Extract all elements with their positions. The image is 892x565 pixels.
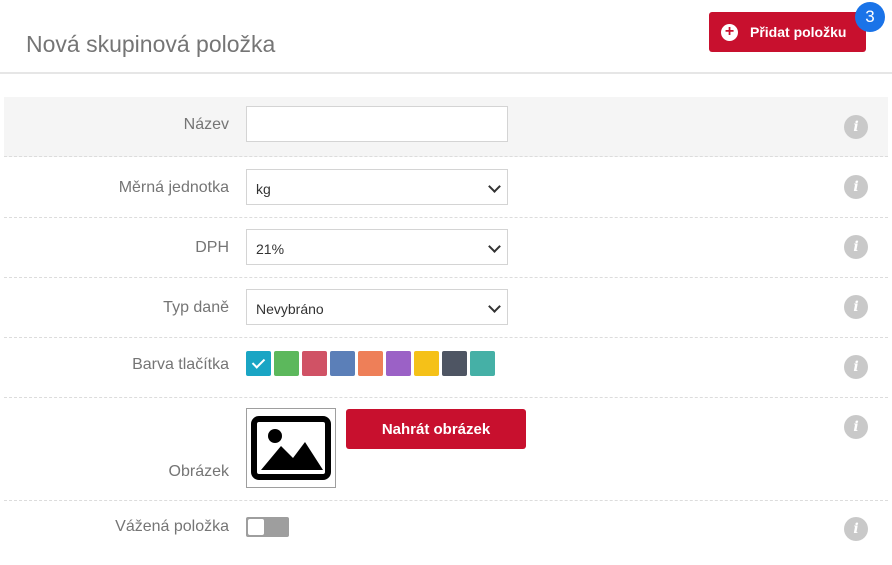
form-row-tax-type: Typ daně Nevybráno i <box>4 278 888 338</box>
add-item-button[interactable]: + Přidat položku <box>709 12 866 52</box>
chevron-down-icon <box>488 240 501 253</box>
form-row-name: Název i <box>4 97 888 157</box>
check-icon <box>251 355 266 369</box>
vat-select[interactable]: 21% <box>246 229 508 265</box>
image-preview <box>246 408 336 488</box>
vat-select-value: 21% <box>256 240 285 257</box>
image-icon <box>251 416 331 480</box>
color-swatch[interactable] <box>414 351 439 376</box>
page-title: Nová skupinová položka <box>26 31 276 57</box>
color-swatch[interactable] <box>442 351 467 376</box>
tax-type-select-value: Nevybráno <box>256 300 324 317</box>
image-label: Obrázek <box>168 463 229 480</box>
color-swatch[interactable] <box>470 351 495 376</box>
form-row-weighted: Vážená položka i <box>4 501 888 561</box>
toggle-knob <box>248 519 264 535</box>
color-swatch[interactable] <box>330 351 355 376</box>
name-label: Název <box>183 116 229 133</box>
weighted-toggle[interactable] <box>246 517 289 537</box>
form-row-image: Obrázek Nahrát obrázek i <box>4 398 888 501</box>
form-row-button-color: Barva tlačítka i <box>4 338 888 398</box>
info-icon[interactable]: i <box>844 235 868 259</box>
color-swatch-group <box>246 351 495 376</box>
unit-select-value: kg <box>256 180 271 197</box>
vat-label: DPH <box>195 239 229 256</box>
color-swatch[interactable] <box>274 351 299 376</box>
page-header: Nová skupinová položka + Přidat položku … <box>0 0 892 74</box>
color-swatch[interactable] <box>386 351 411 376</box>
info-icon[interactable]: i <box>844 175 868 199</box>
upload-image-button[interactable]: Nahrát obrázek <box>346 409 526 449</box>
info-icon[interactable]: i <box>844 115 868 139</box>
info-icon[interactable]: i <box>844 355 868 379</box>
button-color-label: Barva tlačítka <box>132 356 229 373</box>
notification-badge[interactable]: 3 <box>855 2 885 32</box>
color-swatch[interactable] <box>302 351 327 376</box>
chevron-down-icon <box>488 300 501 313</box>
chevron-down-icon <box>488 180 501 193</box>
unit-select[interactable]: kg <box>246 169 508 205</box>
color-swatch[interactable] <box>246 351 271 376</box>
form-row-unit: Měrná jednotka kg i <box>4 157 888 218</box>
tax-type-label: Typ daně <box>163 299 229 316</box>
info-icon[interactable]: i <box>844 295 868 319</box>
info-icon[interactable]: i <box>844 517 868 541</box>
info-icon[interactable]: i <box>844 415 868 439</box>
weighted-label: Vážená položka <box>115 518 229 535</box>
name-input[interactable] <box>246 106 508 142</box>
form-row-vat: DPH 21% i <box>4 218 888 278</box>
unit-label: Měrná jednotka <box>118 179 229 196</box>
plus-circle-icon: + <box>721 23 738 41</box>
tax-type-select[interactable]: Nevybráno <box>246 289 508 325</box>
add-item-button-label: Přidat položku <box>750 24 847 40</box>
color-swatch[interactable] <box>358 351 383 376</box>
